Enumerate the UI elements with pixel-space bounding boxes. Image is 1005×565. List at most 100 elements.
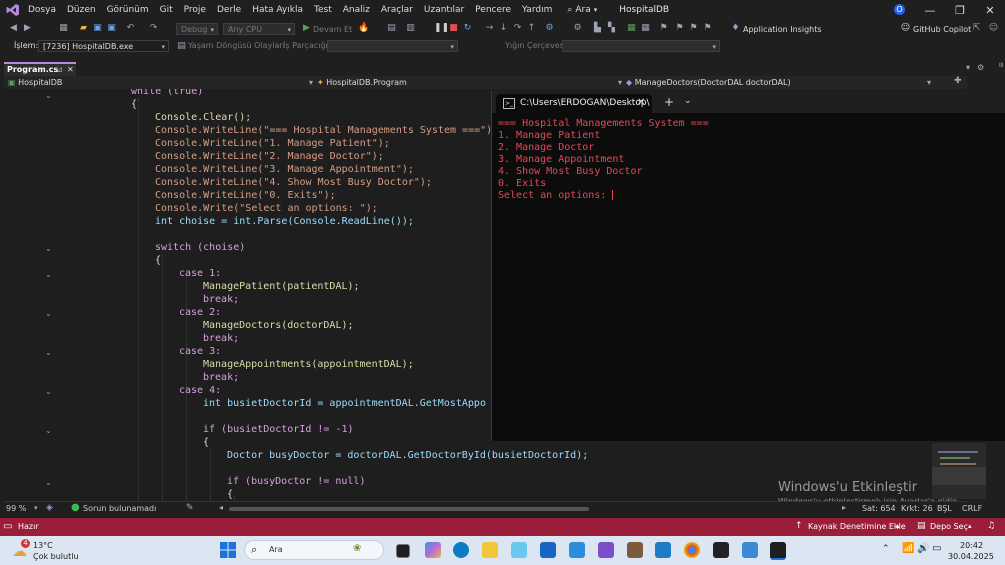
- fold-toggle-icon[interactable]: ⌄: [44, 348, 53, 357]
- browser-link-icon[interactable]: ▤: [386, 23, 397, 34]
- chevron-up-icon[interactable]: ▴: [968, 522, 972, 530]
- bookmark-icon[interactable]: ⚑: [658, 23, 669, 34]
- step-out-icon[interactable]: ↑: [526, 23, 537, 34]
- epic-games-icon[interactable]: [713, 542, 729, 558]
- platform-select[interactable]: Any CPU ▾: [223, 23, 295, 35]
- project-dropdown[interactable]: ▣ HospitalDB ▾: [8, 76, 313, 89]
- restart-icon[interactable]: ↻: [462, 23, 473, 34]
- layout-icon[interactable]: ▥: [405, 23, 416, 34]
- pin-icon[interactable]: ⊿: [56, 64, 63, 75]
- solution-explorer-side-tab[interactable]: ≡: [990, 62, 1005, 90]
- file-explorer-icon[interactable]: [482, 542, 498, 558]
- step-over-icon[interactable]: ↷: [512, 23, 523, 34]
- copilot-app-icon[interactable]: [425, 542, 441, 558]
- fold-toggle-icon[interactable]: ⌄: [44, 478, 53, 487]
- fold-toggle-icon[interactable]: ⌄: [44, 426, 53, 435]
- class-dropdown[interactable]: ✦ HospitalDB.Program ▾: [317, 76, 622, 89]
- thread-select[interactable]: ▾: [327, 40, 458, 52]
- show-next-statement-icon[interactable]: →: [484, 23, 495, 34]
- select-repository[interactable]: Depo Seç: [930, 522, 968, 531]
- comment-icon[interactable]: ▦: [626, 23, 637, 34]
- new-project-icon[interactable]: ▦: [58, 23, 69, 34]
- scroll-left-icon[interactable]: ◂: [219, 503, 223, 512]
- show-hidden-icons-chevron-icon[interactable]: ⌃: [882, 544, 890, 554]
- app-insights-label[interactable]: Application Insights: [743, 25, 822, 34]
- start-button[interactable]: [220, 542, 236, 558]
- clock-time[interactable]: 20:42: [960, 541, 983, 550]
- issues-label[interactable]: Sorun bulunamadı: [83, 504, 156, 513]
- tab-program-cs[interactable]: Program.cs ⊿ ✕: [4, 62, 76, 76]
- diagnostics-icon[interactable]: ⚙: [572, 23, 583, 34]
- close-icon[interactable]: ✕: [67, 64, 74, 75]
- photos-app-icon[interactable]: [511, 542, 527, 558]
- account-avatar[interactable]: O: [894, 4, 905, 15]
- notifications-bell-icon[interactable]: ♫: [987, 521, 995, 531]
- edge-browser-icon[interactable]: [453, 542, 469, 558]
- weather-widget[interactable]: ☁ 4 13°C Çok bulutlu: [10, 538, 80, 563]
- outlook-app-icon[interactable]: [540, 542, 556, 558]
- uncomment-icon[interactable]: ▦: [640, 23, 651, 34]
- snipping-tool-icon[interactable]: [742, 542, 758, 558]
- taskbar-search-box[interactable]: ⌕ Ara ❀: [244, 540, 384, 560]
- terminal-window[interactable]: >_ C:\Users\ERDOGAN\Desktop\ ✕ + ⌄ === H…: [491, 91, 1005, 441]
- terminal-tab[interactable]: >_ C:\Users\ERDOGAN\Desktop\ ✕: [496, 94, 652, 113]
- new-tab-icon[interactable]: +: [664, 95, 674, 109]
- volume-icon[interactable]: 🔊: [917, 543, 929, 554]
- close-window-button[interactable]: ✕: [975, 2, 1005, 19]
- menu-project[interactable]: Proje: [184, 5, 215, 15]
- fold-toggle-icon[interactable]: ⌄: [44, 270, 53, 279]
- menu-extensions[interactable]: Uzantılar: [424, 5, 473, 15]
- pause-icon[interactable]: ❚❚: [434, 23, 449, 34]
- terminal-prompt-line[interactable]: Select an options:: [498, 190, 614, 202]
- menu-analyze[interactable]: Analiz: [343, 5, 379, 15]
- menu-build[interactable]: Derle: [217, 5, 250, 15]
- zoom-level[interactable]: 99 %: [6, 504, 26, 513]
- forward-icon[interactable]: ▶: [22, 23, 33, 34]
- menu-debug[interactable]: Hata Ayıkla: [252, 5, 312, 15]
- notepad-app-icon[interactable]: [655, 542, 671, 558]
- tab-overflow-icon[interactable]: ▾: [966, 63, 970, 72]
- menu-tools[interactable]: Araçlar: [381, 5, 422, 15]
- terminal-taskbar-icon[interactable]: [770, 542, 786, 560]
- chevron-down-icon[interactable]: ▾: [34, 504, 38, 512]
- column-number[interactable]: Krkt: 26: [901, 504, 933, 513]
- wifi-icon[interactable]: 📶: [902, 543, 914, 554]
- menu-window[interactable]: Pencere: [475, 5, 520, 15]
- game-app-icon[interactable]: [627, 542, 643, 558]
- tab-dropdown-icon[interactable]: ⌄: [684, 96, 692, 106]
- stop-icon[interactable]: ■: [448, 23, 459, 34]
- visual-studio-taskbar-icon[interactable]: [598, 542, 614, 558]
- hot-reload-icon[interactable]: 🔥: [358, 23, 369, 34]
- horizontal-scrollbar[interactable]: [229, 507, 589, 511]
- menu-edit[interactable]: Düzen: [67, 5, 105, 15]
- brush-icon[interactable]: ✎: [186, 503, 194, 513]
- settings-gear-icon[interactable]: ⚙: [977, 63, 984, 72]
- split-editor-icon[interactable]: ✚: [954, 76, 962, 86]
- search-menu[interactable]: ⌕ Ara ▾: [567, 5, 597, 15]
- clear-bookmarks-icon[interactable]: ⚑: [702, 23, 713, 34]
- fold-toggle-icon[interactable]: ⌄: [44, 309, 53, 318]
- scroll-right-icon[interactable]: ▸: [842, 503, 846, 512]
- stack-frame-select[interactable]: ▾: [562, 40, 720, 52]
- next-bookmark-icon[interactable]: ⚑: [688, 23, 699, 34]
- whitespace-mode[interactable]: BŞL: [937, 504, 952, 513]
- prev-bookmark-icon[interactable]: ⚑: [674, 23, 685, 34]
- remote-desktop-icon[interactable]: [569, 542, 585, 558]
- hot-reload-apply-icon[interactable]: ⚙: [544, 23, 555, 34]
- process-select[interactable]: [7236] HospitalDB.exe ▾: [38, 40, 169, 52]
- back-icon[interactable]: ◀: [8, 23, 19, 34]
- continue-icon[interactable]: ▶: [301, 23, 312, 34]
- save-all-icon[interactable]: ▣: [106, 23, 117, 34]
- threads-icon[interactable]: ▙: [592, 23, 603, 34]
- chevron-up-icon[interactable]: ▴: [896, 522, 900, 530]
- open-folder-icon[interactable]: ▰: [78, 23, 89, 34]
- menu-git[interactable]: Git: [160, 5, 182, 15]
- task-view-icon[interactable]: [396, 544, 410, 558]
- modules-icon[interactable]: ▚: [606, 23, 617, 34]
- undo-icon[interactable]: ↶: [125, 23, 136, 34]
- member-dropdown[interactable]: ◆ ManageDoctors(DoctorDAL doctorDAL) ▾: [626, 76, 931, 89]
- clock-date[interactable]: 30.04.2025: [948, 552, 994, 561]
- save-icon[interactable]: ▣: [92, 23, 103, 34]
- output-icon[interactable]: ▭: [3, 521, 12, 532]
- chrome-browser-icon[interactable]: [684, 542, 700, 558]
